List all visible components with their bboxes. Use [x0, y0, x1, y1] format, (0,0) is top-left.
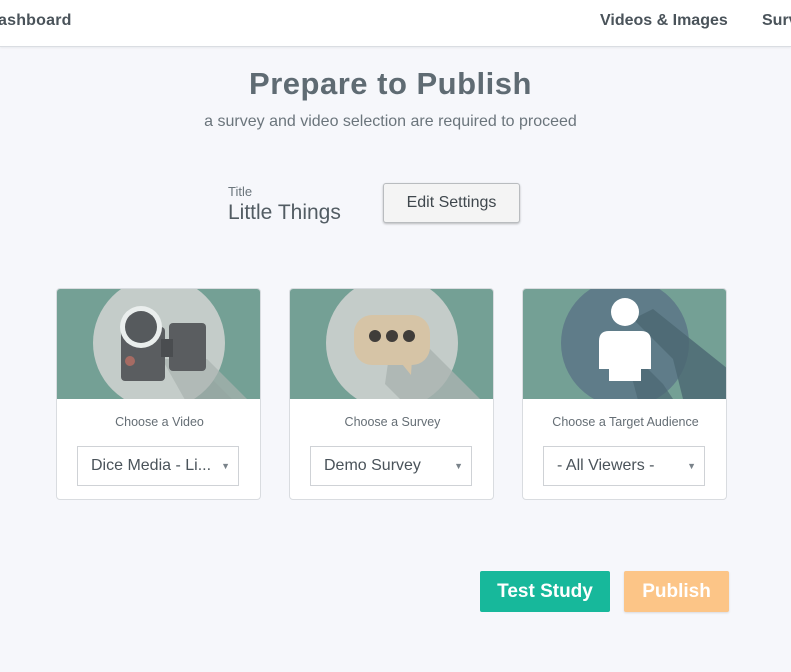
survey-select[interactable]: Demo Survey ▼	[310, 446, 472, 486]
video-select[interactable]: Dice Media - Li... ▼	[77, 446, 239, 486]
test-study-button[interactable]: Test Study	[480, 571, 610, 612]
audience-card-hero	[523, 289, 726, 399]
study-title-label: Title	[228, 184, 253, 199]
study-title-value: Little Things	[228, 201, 341, 224]
choose-video-label: Choose a Video	[115, 415, 204, 429]
nav-videos-images-link[interactable]: Videos & Images	[600, 12, 728, 30]
chevron-down-icon: ▼	[687, 461, 696, 471]
survey-select-value: Demo Survey	[324, 457, 421, 474]
choose-survey-label: Choose a Survey	[344, 415, 441, 429]
choose-audience-card: Choose a Target Audience - All Viewers -…	[522, 288, 727, 500]
publish-button[interactable]: Publish	[624, 571, 729, 612]
audience-select-value: - All Viewers -	[557, 457, 655, 474]
audience-select[interactable]: - All Viewers - ▼	[543, 446, 705, 486]
video-camera-icon	[93, 289, 260, 399]
chevron-down-icon: ▼	[454, 461, 463, 471]
video-card-hero	[57, 289, 260, 399]
chevron-down-icon: ▼	[221, 461, 230, 471]
nav-dashboard-link[interactable]: ashboard	[0, 12, 72, 30]
survey-card-hero	[290, 289, 493, 399]
top-nav-bar: ashboard Videos & Images Surv	[0, 0, 791, 47]
choose-survey-card: Choose a Survey Demo Survey ▼	[289, 288, 494, 500]
person-icon	[561, 289, 726, 399]
nav-surveys-link[interactable]: Surv	[762, 12, 791, 30]
chat-bubble-icon	[326, 289, 480, 399]
choose-audience-label: Choose a Target Audience	[552, 415, 699, 429]
page-subtitle: a survey and video selection are require…	[204, 113, 577, 130]
video-select-value: Dice Media - Li...	[91, 457, 212, 474]
choose-video-card: Choose a Video Dice Media - Li... ▼	[56, 288, 261, 500]
edit-settings-button[interactable]: Edit Settings	[383, 183, 520, 223]
page-title: Prepare to Publish	[249, 66, 532, 101]
